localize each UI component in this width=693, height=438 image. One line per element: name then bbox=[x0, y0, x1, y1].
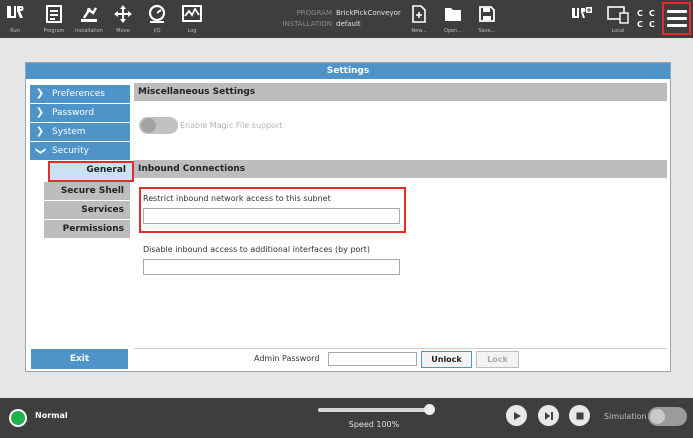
ur-plus-icon bbox=[571, 0, 593, 27]
chevron-right-icon: ❯ bbox=[35, 126, 45, 137]
nav-system[interactable]: ❯ System bbox=[30, 123, 130, 141]
speed-label: Speed 100% bbox=[348, 420, 400, 429]
move-icon bbox=[113, 0, 133, 27]
local-remote-button[interactable]: Local bbox=[604, 0, 632, 38]
hamburger-menu-icon bbox=[666, 10, 687, 27]
installation-name: default bbox=[336, 20, 361, 28]
program-icon bbox=[44, 0, 64, 27]
ur-logo-icon bbox=[5, 0, 25, 27]
io-tab[interactable]: I/O bbox=[145, 0, 169, 38]
admin-password-label: Admin Password bbox=[254, 354, 320, 363]
top-toolbar: Run Program Installation Move I/O Log PR… bbox=[0, 0, 693, 38]
status-footer: Normal Speed 100% Simulation bbox=[0, 398, 693, 438]
io-icon bbox=[146, 0, 168, 27]
urplus-button[interactable] bbox=[570, 0, 594, 38]
settings-dialog: Settings ❯ Preferences ❯ Password ❯ Syst… bbox=[25, 62, 671, 372]
nav-security-services[interactable]: Services bbox=[44, 201, 130, 219]
admin-password-input[interactable] bbox=[328, 352, 417, 366]
speed-slider-handle[interactable] bbox=[424, 404, 435, 415]
stop-button[interactable] bbox=[569, 405, 590, 426]
lock-button[interactable]: Lock bbox=[476, 351, 519, 368]
magic-file-label: Enable Magic File support bbox=[180, 121, 283, 130]
new-button[interactable]: New... bbox=[408, 0, 430, 38]
play-icon bbox=[513, 411, 521, 420]
chevron-right-icon: ❯ bbox=[35, 107, 45, 118]
nav-security-general[interactable]: General bbox=[48, 161, 134, 182]
run-tab[interactable]: Run bbox=[4, 0, 26, 38]
program-info: PROGRAM BrickPickConveyor INSTALLATION def… bbox=[270, 8, 401, 30]
new-file-icon bbox=[412, 0, 426, 27]
save-icon bbox=[479, 0, 495, 27]
control-mode-indicator: CC CC bbox=[637, 9, 655, 29]
step-icon bbox=[544, 411, 553, 420]
simulation-toggle[interactable] bbox=[648, 407, 687, 426]
exit-button[interactable]: Exit bbox=[31, 349, 128, 369]
move-tab[interactable]: Move bbox=[112, 0, 134, 38]
settings-sidebar: ❯ Preferences ❯ Password ❯ System ❯ Secu… bbox=[30, 83, 134, 368]
program-tab[interactable]: Program bbox=[40, 0, 68, 38]
stop-icon bbox=[576, 412, 583, 419]
admin-password-bar: Admin Password Unlock Lock bbox=[134, 348, 667, 369]
installation-key: INSTALLATION bbox=[282, 20, 332, 28]
nav-password[interactable]: ❯ Password bbox=[30, 104, 130, 122]
hamburger-menu-button[interactable] bbox=[662, 2, 691, 35]
subnet-label: Restrict inbound network access to this … bbox=[143, 194, 331, 203]
installation-tab[interactable]: Installation bbox=[74, 0, 104, 38]
simulation-label: Simulation bbox=[604, 412, 647, 421]
nav-preferences[interactable]: ❯ Preferences bbox=[30, 85, 130, 103]
log-tab[interactable]: Log bbox=[180, 0, 204, 38]
program-key: PROGRAM bbox=[296, 9, 332, 17]
step-button[interactable] bbox=[538, 405, 559, 426]
ports-label: Disable inbound access to additional int… bbox=[143, 245, 370, 254]
settings-title: Settings bbox=[26, 63, 670, 79]
installation-icon bbox=[78, 0, 100, 27]
open-button[interactable]: Open... bbox=[441, 0, 465, 38]
chevron-down-icon: ❯ bbox=[35, 146, 46, 156]
misc-settings-header: Miscellaneous Settings bbox=[134, 83, 667, 101]
settings-content: Miscellaneous Settings Enable Magic File… bbox=[134, 83, 667, 345]
robot-status-icon[interactable] bbox=[9, 409, 27, 427]
chevron-right-icon: ❯ bbox=[35, 88, 45, 99]
nav-security-permissions[interactable]: Permissions bbox=[44, 220, 130, 238]
log-icon bbox=[181, 0, 203, 27]
open-folder-icon bbox=[444, 0, 462, 27]
program-name: BrickPickConveyor bbox=[336, 9, 401, 17]
robot-status-label: Normal bbox=[35, 411, 68, 420]
inbound-connections-header: Inbound Connections bbox=[134, 160, 667, 178]
local-control-icon bbox=[606, 0, 630, 27]
ports-input[interactable] bbox=[143, 259, 400, 275]
speed-slider-track[interactable] bbox=[318, 408, 430, 412]
nav-security[interactable]: ❯ Security bbox=[30, 142, 130, 160]
magic-file-toggle[interactable] bbox=[139, 117, 178, 134]
subnet-input[interactable] bbox=[143, 208, 400, 224]
save-button[interactable]: Save... bbox=[476, 0, 498, 38]
play-button[interactable] bbox=[506, 405, 527, 426]
unlock-button[interactable]: Unlock bbox=[421, 351, 472, 368]
nav-security-secure-shell[interactable]: Secure Shell bbox=[44, 182, 130, 200]
